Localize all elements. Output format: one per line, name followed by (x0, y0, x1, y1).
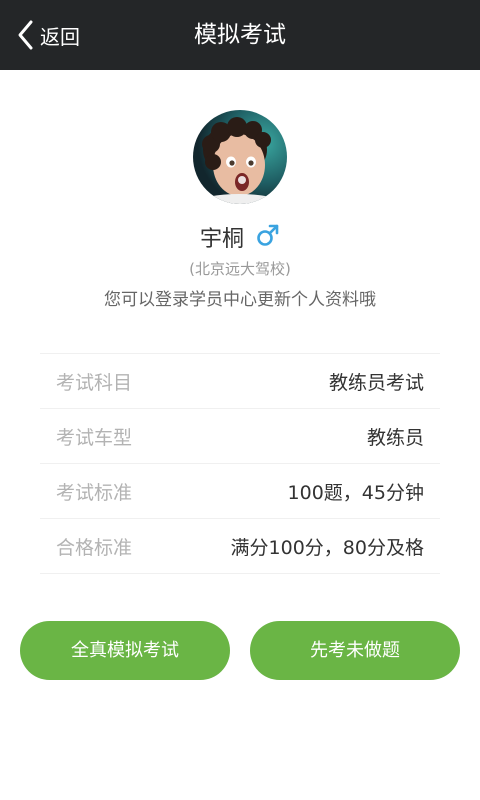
info-value: 教练员考试 (328, 371, 424, 394)
avatar (193, 110, 287, 204)
back-button[interactable]: 返回 (16, 17, 80, 53)
info-row-exam-standard: 考试标准 100题，45分钟 (40, 464, 440, 519)
school-name: (北京远大驾校) (189, 260, 291, 278)
info-value: 满分100分，80分及格 (230, 536, 424, 559)
profile-name-row: 宇桐 (0, 220, 480, 254)
full-mock-exam-button[interactable]: 全真模拟考试 (20, 621, 230, 680)
info-label: 考试标准 (56, 481, 133, 504)
info-value: 100题，45分钟 (287, 481, 424, 504)
info-row-pass-standard: 合格标准 满分100分，80分及格 (40, 519, 440, 574)
info-value: 教练员 (366, 426, 424, 449)
info-label: 考试科目 (56, 371, 133, 394)
info-label: 合格标准 (56, 536, 133, 559)
back-label: 返回 (40, 24, 80, 49)
exam-info-list: 考试科目 教练员考试 考试车型 教练员 考试标准 100题，45分钟 合格标准 … (40, 353, 440, 574)
top-bar: 返回 模拟考试 (0, 0, 480, 70)
unanswered-first-button[interactable]: 先考未做题 (250, 621, 460, 680)
chevron-left-icon (18, 20, 33, 50)
male-symbol-icon (256, 223, 280, 251)
info-label: 考试车型 (56, 426, 133, 449)
profile-hint: 您可以登录学员中心更新个人资料哦 (104, 290, 376, 310)
info-row-subject: 考试科目 教练员考试 (40, 354, 440, 409)
student-name: 宇桐 (199, 227, 244, 252)
info-row-vehicle-type: 考试车型 教练员 (40, 409, 440, 464)
avatar-photo (193, 110, 287, 204)
